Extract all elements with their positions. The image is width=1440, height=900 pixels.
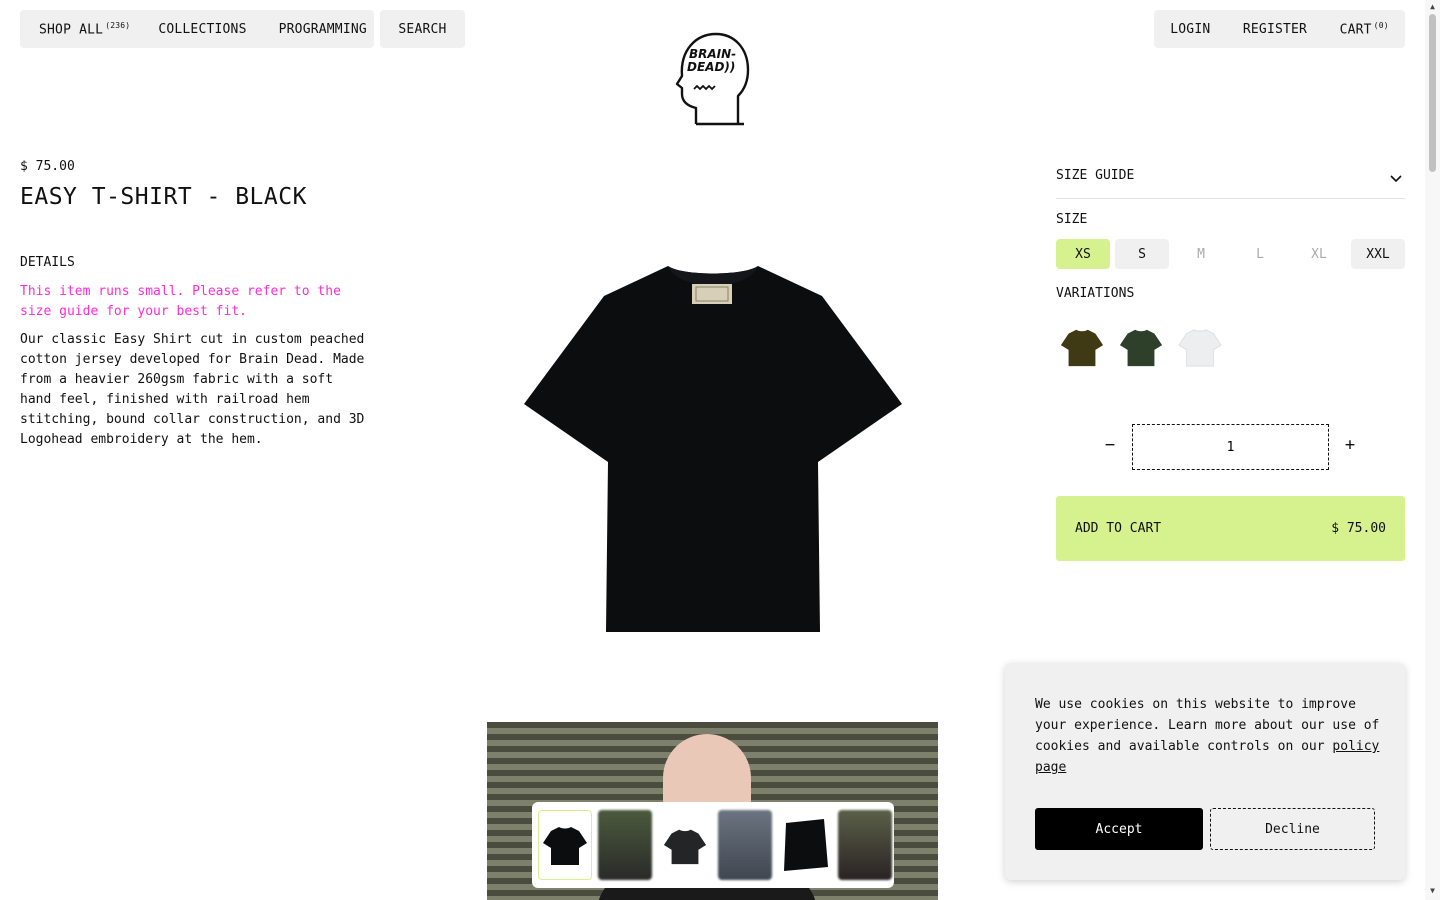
search-button[interactable]: SEARCH — [380, 10, 465, 48]
size-option-m[interactable]: M — [1174, 239, 1228, 269]
quantity-increase-button[interactable]: + — [1340, 435, 1360, 455]
nav-programming[interactable]: PROGRAMMING — [279, 22, 367, 37]
size-option-xxl[interactable]: XXL — [1351, 239, 1405, 269]
product-description: Our classic Easy Shirt cut in custom pea… — [20, 332, 365, 447]
thumb-fabric-icon — [784, 819, 828, 871]
size-guide-toggle[interactable]: SIZE GUIDE — [1056, 168, 1405, 199]
add-to-cart-label: ADD TO CART — [1075, 521, 1162, 536]
shirt-swatch-icon — [1119, 329, 1162, 367]
size-heading: SIZE — [1056, 212, 1088, 227]
size-option-xl[interactable]: XL — [1292, 239, 1346, 269]
details-heading: DETAILS — [20, 255, 75, 270]
quantity-stepper: − + — [1056, 424, 1405, 470]
primary-nav: SHOP ALL (236) COLLECTIONS PROGRAMMING — [20, 10, 374, 48]
accept-cookies-button[interactable]: Accept — [1035, 808, 1203, 850]
shop-all-count: (236) — [105, 20, 131, 30]
variation-brown-shirt[interactable] — [1056, 320, 1107, 374]
thumbnail-1[interactable] — [538, 810, 592, 880]
thumbnail-5[interactable] — [778, 810, 832, 880]
size-option-l[interactable]: L — [1233, 239, 1287, 269]
decline-cookies-button[interactable]: Decline — [1210, 808, 1375, 850]
logo-line-2: DEAD)) — [687, 60, 735, 74]
cookie-text: We use cookies on this website to improv… — [1035, 697, 1380, 754]
cookie-message: We use cookies on this website to improv… — [1035, 694, 1385, 778]
fit-notice: This item runs small. Please refer to th… — [20, 284, 341, 319]
thumbnail-3[interactable] — [658, 810, 712, 880]
scrollbar-thumb[interactable] — [1429, 14, 1436, 172]
nav-cart-label: CART — [1339, 22, 1372, 38]
chevron-down-icon — [1390, 175, 1402, 183]
product-image[interactable] — [522, 262, 904, 636]
nav-shop-all-label: SHOP ALL — [39, 22, 104, 38]
product-title: EASY T-SHIRT - BLACK — [20, 184, 307, 210]
size-guide-label: SIZE GUIDE — [1056, 168, 1135, 183]
product-price: $ 75.00 — [20, 159, 75, 174]
shirt-swatch-icon — [1060, 329, 1103, 367]
logo-line-1: BRAIN- — [689, 47, 736, 61]
variation-white-shirt[interactable] — [1174, 320, 1225, 374]
quantity-decrease-button[interactable]: − — [1100, 435, 1120, 455]
nav-cart[interactable]: CART (0) — [1340, 21, 1389, 37]
scroll-down-arrow-icon[interactable]: ▼ — [1425, 886, 1440, 895]
scroll-up-arrow-icon[interactable]: ▲ — [1425, 2, 1440, 11]
size-option-s[interactable]: S — [1115, 239, 1169, 269]
cart-count: (0) — [1373, 20, 1389, 30]
thumbnail-6[interactable] — [838, 810, 892, 880]
brain-dead-logo[interactable]: BRAIN- DEAD)) — [674, 30, 750, 128]
size-selector: XS S M L XL XXL — [1056, 239, 1405, 269]
add-to-cart-button[interactable]: ADD TO CART $ 75.00 — [1056, 496, 1405, 561]
nav-shop-all[interactable]: SHOP ALL (236) — [39, 21, 130, 37]
thumbnail-2[interactable] — [598, 810, 652, 880]
thumb-shirt-icon — [663, 829, 707, 865]
cookie-banner: We use cookies on this website to improv… — [1005, 663, 1405, 880]
account-nav: LOGIN REGISTER CART (0) — [1154, 10, 1405, 48]
nav-register[interactable]: REGISTER — [1243, 22, 1307, 37]
shirt-swatch-icon — [1177, 329, 1222, 367]
variation-selector — [1056, 320, 1225, 374]
nav-collections[interactable]: COLLECTIONS — [158, 22, 246, 37]
search-label: SEARCH — [398, 21, 447, 37]
variations-heading: VARIATIONS — [1056, 286, 1135, 301]
size-option-xs[interactable]: XS — [1056, 239, 1110, 269]
thumbnail-4[interactable] — [718, 810, 772, 880]
quantity-input[interactable] — [1132, 424, 1329, 470]
variation-green-shirt[interactable] — [1115, 320, 1166, 374]
thumbnail-strip — [532, 802, 894, 888]
scrollbar[interactable]: ▲ ▼ — [1425, 0, 1440, 900]
nav-login[interactable]: LOGIN — [1170, 22, 1210, 37]
thumb-shirt-icon — [543, 827, 587, 865]
add-to-cart-price: $ 75.00 — [1331, 521, 1386, 536]
